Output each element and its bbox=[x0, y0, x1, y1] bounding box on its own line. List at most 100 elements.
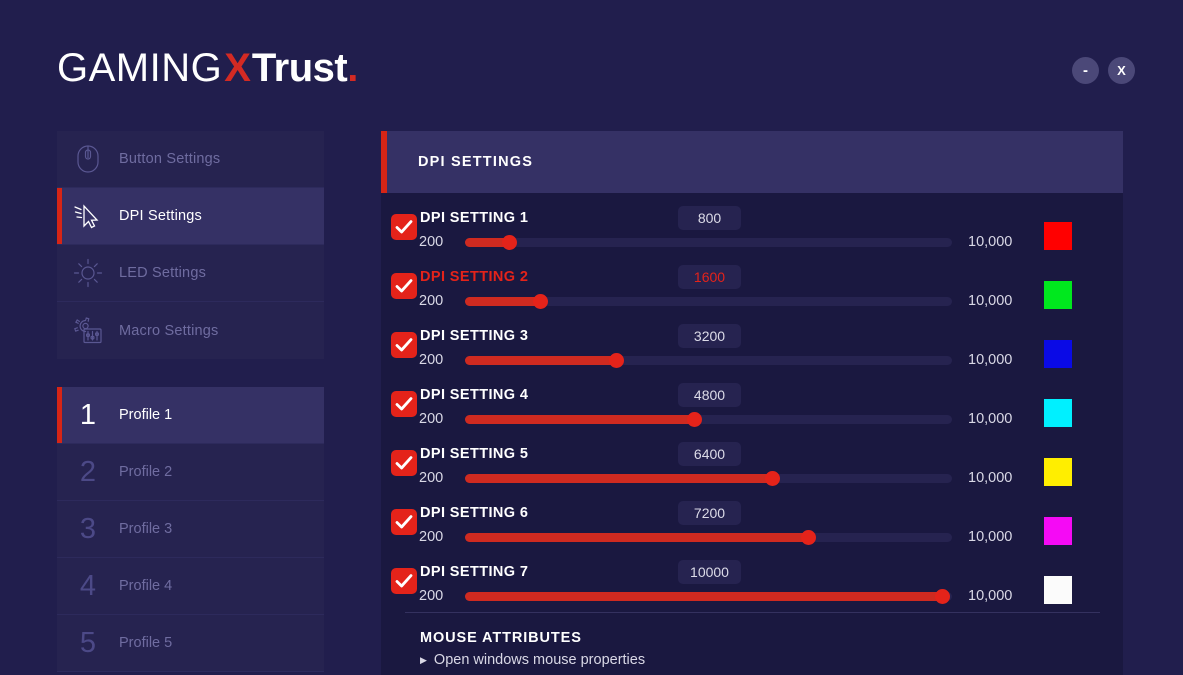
dpi-row: DPI SETTING 3 3200 200 10,000 bbox=[381, 317, 1123, 376]
dpi-value-box[interactable]: 4800 bbox=[678, 383, 741, 407]
sidebar-settings-nav: Button Settings DPI Settings LED Setting… bbox=[57, 131, 324, 359]
profile-label: Profile 3 bbox=[119, 521, 173, 537]
dpi-value-box[interactable]: 7200 bbox=[678, 501, 741, 525]
dpi-slider-thumb[interactable] bbox=[764, 471, 780, 486]
dpi-slider-fill bbox=[465, 297, 541, 306]
dpi-row: DPI SETTING 6 7200 200 10,000 bbox=[381, 494, 1123, 553]
dpi-value-box[interactable]: 3200 bbox=[678, 324, 741, 348]
dpi-slider[interactable] bbox=[465, 530, 952, 545]
dpi-enable-checkbox[interactable] bbox=[391, 568, 417, 594]
dpi-row-label: DPI SETTING 4 bbox=[420, 387, 529, 403]
dpi-slider[interactable] bbox=[465, 412, 952, 427]
dpi-min-label: 200 bbox=[419, 293, 444, 309]
profile-label: Profile 4 bbox=[119, 578, 173, 594]
profile-number: 1 bbox=[79, 398, 97, 431]
dpi-slider-thumb[interactable] bbox=[501, 235, 517, 250]
dpi-enable-checkbox[interactable] bbox=[391, 509, 417, 535]
logo-x-icon: X bbox=[224, 46, 251, 90]
dpi-row-label: DPI SETTING 1 bbox=[420, 210, 529, 226]
dpi-slider[interactable] bbox=[465, 294, 952, 309]
dpi-color-swatch[interactable] bbox=[1044, 281, 1072, 309]
dpi-color-swatch[interactable] bbox=[1044, 458, 1072, 486]
dpi-value-box[interactable]: 6400 bbox=[678, 442, 741, 466]
minimize-button[interactable]: - bbox=[1072, 57, 1099, 84]
open-mouse-properties-link[interactable]: ▶ Open windows mouse properties bbox=[420, 652, 1100, 668]
dpi-row: DPI SETTING 5 6400 200 10,000 bbox=[381, 435, 1123, 494]
logo-trust-text: Trust bbox=[251, 46, 348, 90]
dpi-min-label: 200 bbox=[419, 234, 444, 250]
dpi-enable-checkbox[interactable] bbox=[391, 450, 417, 476]
open-mouse-properties-label: Open windows mouse properties bbox=[433, 652, 646, 668]
profile-item-5[interactable]: 5 Profile 5 bbox=[57, 615, 324, 672]
profile-number: 3 bbox=[79, 512, 97, 545]
dpi-max-label: 10,000 bbox=[968, 529, 1013, 545]
dpi-slider[interactable] bbox=[465, 353, 952, 368]
dpi-row-label: DPI SETTING 6 bbox=[420, 505, 529, 521]
profile-item-1[interactable]: 1 Profile 1 bbox=[57, 387, 324, 444]
sidebar: Button Settings DPI Settings LED Setting… bbox=[57, 131, 324, 672]
sidebar-item-label: LED Settings bbox=[119, 265, 207, 281]
profile-label: Profile 2 bbox=[119, 464, 173, 480]
dpi-max-label: 10,000 bbox=[968, 470, 1013, 486]
dpi-color-swatch[interactable] bbox=[1044, 222, 1072, 250]
dpi-value-box[interactable]: 1600 bbox=[678, 265, 741, 289]
logo-gaming-text: GAMING bbox=[57, 46, 223, 90]
dpi-slider-fill bbox=[465, 356, 616, 365]
dpi-slider-fill bbox=[465, 474, 772, 483]
dpi-max-label: 10,000 bbox=[968, 411, 1013, 427]
sidebar-item-led-settings[interactable]: LED Settings bbox=[57, 245, 324, 302]
dpi-row: DPI SETTING 7 10000 200 10,000 bbox=[381, 553, 1123, 612]
profile-label: Profile 1 bbox=[119, 407, 173, 423]
dpi-min-label: 200 bbox=[419, 588, 444, 604]
profile-item-4[interactable]: 4 Profile 4 bbox=[57, 558, 324, 615]
dpi-slider-thumb[interactable] bbox=[533, 294, 549, 309]
mouse-attributes-title: MOUSE ATTRIBUTES bbox=[420, 630, 582, 646]
cursor-icon bbox=[57, 202, 119, 230]
dpi-enable-checkbox[interactable] bbox=[391, 273, 417, 299]
dpi-row-label: DPI SETTING 3 bbox=[420, 328, 529, 344]
dpi-row: DPI SETTING 2 1600 200 10,000 bbox=[381, 258, 1123, 317]
sidebar-item-button-settings[interactable]: Button Settings bbox=[57, 131, 324, 188]
dpi-slider-thumb[interactable] bbox=[935, 589, 951, 604]
dpi-slider-fill bbox=[465, 533, 809, 542]
section-divider bbox=[405, 612, 1100, 613]
dpi-slider[interactable] bbox=[465, 589, 952, 604]
dpi-slider-fill bbox=[465, 592, 943, 601]
dpi-slider-thumb[interactable] bbox=[801, 530, 817, 545]
macro-gear-icon bbox=[57, 316, 119, 346]
dpi-max-label: 10,000 bbox=[968, 234, 1013, 250]
dpi-enable-checkbox[interactable] bbox=[391, 391, 417, 417]
profile-item-2[interactable]: 2 Profile 2 bbox=[57, 444, 324, 501]
dpi-slider[interactable] bbox=[465, 235, 952, 250]
dpi-slider-fill bbox=[465, 415, 694, 424]
panel-header: DPI SETTINGS bbox=[381, 131, 1123, 193]
logo-dot: . bbox=[347, 46, 359, 90]
profile-item-3[interactable]: 3 Profile 3 bbox=[57, 501, 324, 558]
sun-icon bbox=[57, 258, 119, 288]
dpi-slider-thumb[interactable] bbox=[608, 353, 624, 368]
dpi-slider[interactable] bbox=[465, 471, 952, 486]
dpi-max-label: 10,000 bbox=[968, 588, 1013, 604]
profile-label: Profile 5 bbox=[119, 635, 173, 651]
sidebar-item-label: Button Settings bbox=[119, 151, 221, 167]
dpi-row: DPI SETTING 1 800 200 10,000 bbox=[381, 199, 1123, 258]
window-controls: - X bbox=[1072, 57, 1135, 84]
dpi-row-label: DPI SETTING 5 bbox=[420, 446, 529, 462]
sidebar-item-label: Macro Settings bbox=[119, 322, 219, 339]
dpi-min-label: 200 bbox=[419, 470, 444, 486]
dpi-max-label: 10,000 bbox=[968, 293, 1013, 309]
dpi-color-swatch[interactable] bbox=[1044, 399, 1072, 427]
dpi-enable-checkbox[interactable] bbox=[391, 332, 417, 358]
dpi-value-box[interactable]: 10000 bbox=[678, 560, 741, 584]
dpi-value-box[interactable]: 800 bbox=[678, 206, 741, 230]
dpi-color-swatch[interactable] bbox=[1044, 576, 1072, 604]
sidebar-item-macro-settings[interactable]: Macro Settings bbox=[57, 302, 324, 359]
dpi-enable-checkbox[interactable] bbox=[391, 214, 417, 240]
dpi-max-label: 10,000 bbox=[968, 352, 1013, 368]
close-button[interactable]: X bbox=[1108, 57, 1135, 84]
dpi-color-swatch[interactable] bbox=[1044, 340, 1072, 368]
dpi-color-swatch[interactable] bbox=[1044, 517, 1072, 545]
sidebar-item-dpi-settings[interactable]: DPI Settings bbox=[57, 188, 324, 245]
mouse-icon bbox=[57, 144, 119, 174]
dpi-slider-thumb[interactable] bbox=[686, 412, 702, 427]
